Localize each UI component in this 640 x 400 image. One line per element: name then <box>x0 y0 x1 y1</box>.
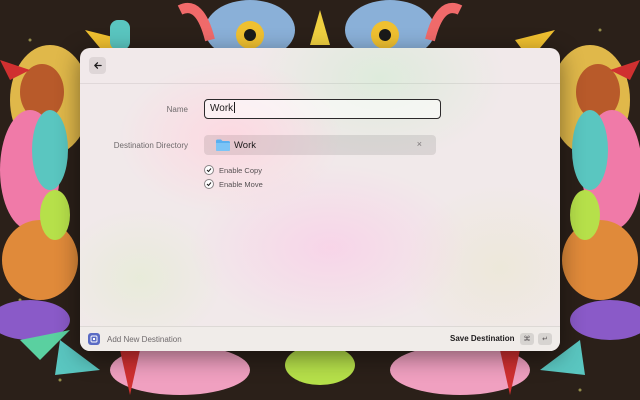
back-button[interactable] <box>89 57 106 74</box>
app-icon <box>88 333 100 345</box>
enable-move-row[interactable]: Enable Move <box>204 179 263 189</box>
arrow-left-icon <box>94 62 102 69</box>
return-key-hint: ↵ <box>538 333 552 345</box>
app-glyph-icon <box>90 335 98 343</box>
enable-move-label: Enable Move <box>219 179 263 189</box>
destination-label: Destination Directory <box>113 141 188 150</box>
enable-copy-label: Enable Copy <box>219 165 262 175</box>
checkmark-icon <box>206 168 212 173</box>
footer-title: Add New Destination <box>107 335 182 344</box>
close-icon[interactable]: × <box>417 139 422 149</box>
name-input[interactable]: Work <box>204 99 441 119</box>
enable-move-checkbox[interactable] <box>204 179 214 189</box>
name-input-value: Work <box>210 103 234 114</box>
top-bar <box>80 48 560 84</box>
checkmark-icon <box>206 182 212 187</box>
folder-icon <box>216 139 230 151</box>
enable-copy-row[interactable]: Enable Copy <box>204 165 262 175</box>
name-label: Name <box>166 105 188 114</box>
text-caret <box>234 102 236 113</box>
destination-directory-picker[interactable]: Work × <box>204 135 436 155</box>
enable-copy-checkbox[interactable] <box>204 165 214 175</box>
action-footer: Add New Destination Save Destination ⌘ ↵ <box>80 326 560 351</box>
extension-window: Name Work Destination Directory Work × E… <box>80 48 560 351</box>
save-destination-button[interactable]: Save Destination <box>450 334 514 343</box>
command-key-hint: ⌘ <box>520 333 534 345</box>
destination-value: Work <box>234 139 256 151</box>
